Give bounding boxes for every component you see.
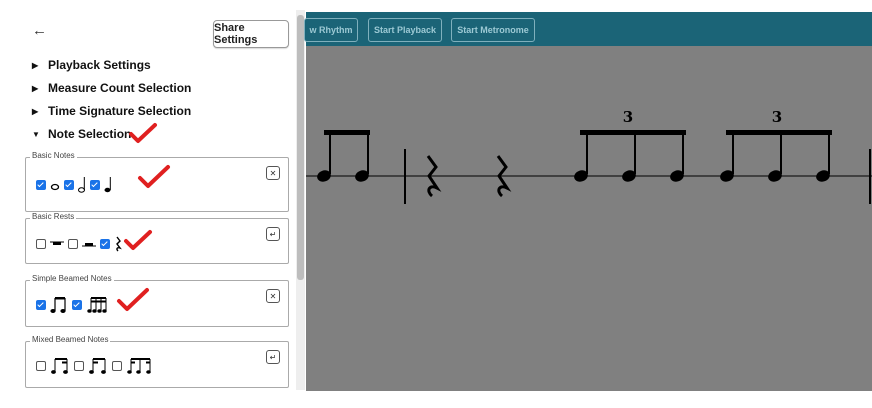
section-label: Note Selection [48,127,132,141]
triplet-group: 3 [574,108,686,182]
checkbox[interactable] [100,239,110,249]
section-label: Measure Count Selection [48,81,192,95]
half-note-icon [78,177,85,193]
checkbox[interactable] [72,300,82,310]
red-checkmark-icon [129,123,157,143]
section-note-selection[interactable]: ▼ Note Selection [32,127,131,141]
section-playback-settings[interactable]: ▶ Playback Settings [32,58,151,72]
tuplet-label: 3 [772,108,782,126]
group-mixed-beamed-notes: Mixed Beamed Notes ↵ [25,335,289,388]
section-label: Playback Settings [48,58,151,72]
score-stage: 3 3 [306,46,872,391]
group-title: Basic Rests [30,212,77,221]
back-arrow-icon[interactable]: ← [32,22,47,39]
close-icon[interactable]: ✕ [266,289,280,303]
checkbox[interactable] [36,180,46,190]
group-title: Mixed Beamed Notes [30,335,111,344]
checkbox[interactable] [90,180,100,190]
options-row [36,236,122,252]
section-measure-count[interactable]: ▶ Measure Count Selection [32,81,191,95]
red-checkmark-icon [124,230,152,250]
scrollbar-thumb[interactable] [297,15,304,280]
close-icon[interactable]: ✕ [266,166,280,180]
checkbox[interactable] [36,300,46,310]
check-arrow-icon[interactable]: ↵ [266,227,280,241]
group-simple-beamed-notes: Simple Beamed Notes ✕ [25,274,289,327]
app-frame: ← Share Settings ▶ Playback Settings ▶ M… [0,0,872,408]
beamed-eighths-icon [50,297,66,313]
checkbox[interactable] [68,239,78,249]
top-toolbar: w Rhythm Start Playback Start Metronome [304,12,872,46]
generate-rhythm-button[interactable]: w Rhythm [304,18,358,42]
start-playback-button[interactable]: Start Playback [368,18,442,42]
panel-scrollbar[interactable] [296,10,305,390]
mixed-beamed-3-icon [127,358,151,374]
whole-note-icon [50,183,60,191]
section-label: Time Signature Selection [48,104,192,118]
triangle-right-icon: ▶ [32,106,39,116]
checkbox[interactable] [74,361,84,371]
group-title: Simple Beamed Notes [30,274,114,283]
check-arrow-icon[interactable]: ↵ [266,350,280,364]
triangle-right-icon: ▶ [32,83,39,93]
checkbox[interactable] [36,361,46,371]
half-rest-icon [82,243,96,247]
options-row [36,356,154,376]
checkbox[interactable] [36,239,46,249]
group-basic-rests: Basic Rests ↵ [25,212,289,264]
share-settings-button[interactable]: Share Settings [213,20,289,48]
whole-rest-icon [50,241,64,245]
start-metronome-button[interactable]: Start Metronome [451,18,535,42]
triplet-group: 3 [720,108,832,182]
checkbox[interactable] [112,361,122,371]
score-notation: 3 3 [306,108,872,204]
quarter-rest-icon [116,236,122,252]
settings-panel: ← Share Settings ▶ Playback Settings ▶ M… [20,10,295,390]
triangle-right-icon: ▶ [32,60,39,70]
options-row [36,295,110,315]
red-checkmark-icon [117,288,149,311]
triangle-down-icon: ▼ [32,129,40,139]
section-time-signature[interactable]: ▶ Time Signature Selection [32,104,191,118]
beamed-sixteenths-icon [87,297,107,313]
mixed-beamed-2-icon [89,358,106,374]
red-checkmark-icon [138,165,170,188]
group-title: Basic Notes [30,151,77,160]
quarter-note-icon [104,177,111,193]
tuplet-label: 3 [623,108,633,126]
group-basic-notes: Basic Notes ✕ [25,151,289,212]
options-row [36,176,112,194]
checkbox[interactable] [64,180,74,190]
mixed-beamed-1-icon [51,358,68,374]
